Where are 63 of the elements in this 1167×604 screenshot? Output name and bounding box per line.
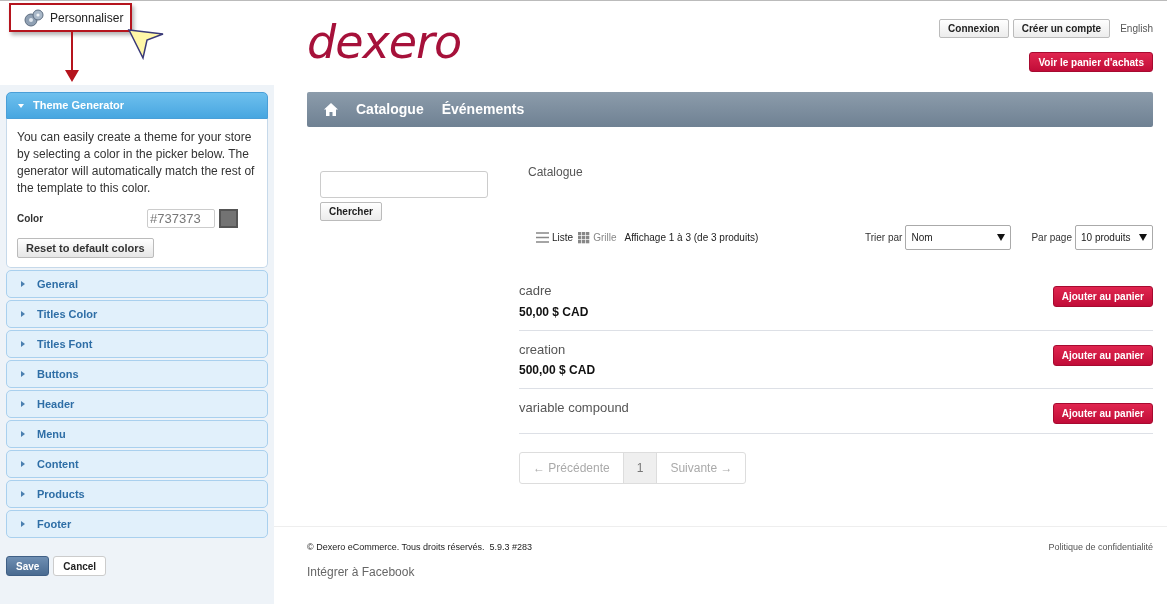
result-count: Affichage 1 à 3 (de 3 produits) <box>624 231 759 245</box>
add-to-cart-button[interactable]: Ajouter au panier <box>1052 403 1153 424</box>
accordion-header[interactable]: Products <box>6 480 268 508</box>
product-name[interactable]: variable compound <box>519 398 629 418</box>
color-field[interactable]: #737373 <box>147 209 215 228</box>
grid-icon <box>578 231 591 244</box>
reset-button[interactable]: Reset to default colors <box>17 238 154 258</box>
caret-right-icon <box>19 430 27 438</box>
caret-down-icon <box>17 101 25 110</box>
nav-link[interactable]: Catalogue <box>356 99 424 120</box>
accordion-header[interactable]: Footer <box>6 510 268 538</box>
color-label: Color <box>17 212 45 226</box>
view-toggle[interactable]: Grille <box>578 230 617 245</box>
view-toggle[interactable]: Liste <box>536 230 574 245</box>
customize-button[interactable]: Personnaliser <box>9 3 132 32</box>
caret-right-icon <box>19 370 27 378</box>
list-icon <box>536 232 549 243</box>
gears-icon <box>23 8 45 27</box>
catalog-title: Catalogue <box>528 164 584 181</box>
caret-right-icon <box>19 460 27 468</box>
caret-right-icon <box>19 400 27 408</box>
privacy-link[interactable]: Politique de confidentialité <box>1048 541 1153 555</box>
down-arrow-icon <box>64 32 80 82</box>
caret-right-icon <box>19 310 27 318</box>
per-page-select[interactable]: 10 produits <box>1075 225 1153 250</box>
product-price: 50,00 $ CAD <box>519 303 589 321</box>
accordion-header[interactable]: Content <box>6 450 268 478</box>
login-button[interactable]: Connexion <box>939 19 1009 38</box>
accordion-header[interactable]: Titles Font <box>6 330 268 358</box>
logo[interactable]: dexero <box>307 19 462 92</box>
product-price: 500,00 $ CAD <box>519 362 596 379</box>
per-page-label: Par page <box>1031 231 1072 245</box>
accordion-header[interactable]: Titles Color <box>6 300 268 328</box>
sort-label: Trier par <box>865 231 903 245</box>
accordion-header[interactable]: General <box>6 270 268 298</box>
language-link[interactable]: English <box>1120 21 1153 36</box>
description-text: You can easily create a theme for your store by selecting a color in the picker below. The generator will automatically match the rest of the template to this color. <box>17 129 256 197</box>
facebook-link[interactable]: Intégrer à Facebook <box>307 562 1153 581</box>
accordion-header[interactable]: Menu <box>6 420 268 448</box>
caret-down-icon <box>1139 234 1147 241</box>
product-name[interactable]: creation <box>519 339 596 359</box>
caret-right-icon <box>19 280 27 288</box>
sort-select[interactable]: Nom <box>905 225 1012 250</box>
nav-link[interactable]: Événements <box>441 99 525 120</box>
page-link[interactable]: 1 <box>623 453 658 483</box>
add-to-cart-button[interactable]: Ajouter au panier <box>1052 344 1153 366</box>
caret-right-icon <box>19 340 27 348</box>
search-field[interactable] <box>320 171 488 198</box>
home-icon[interactable] <box>324 103 338 116</box>
accordion-header[interactable]: Header <box>6 390 268 418</box>
add-to-cart-button[interactable]: Ajouter au panier <box>1052 286 1153 307</box>
save-button[interactable]: Save <box>6 556 50 576</box>
cancel-button[interactable]: Cancel <box>53 556 107 576</box>
caret-right-icon <box>19 490 27 498</box>
register-button[interactable]: Créer un compte <box>1012 19 1111 38</box>
caret-right-icon <box>19 520 27 528</box>
caret-down-icon <box>997 234 1006 241</box>
product-name[interactable]: cadre <box>519 281 589 301</box>
color-swatch[interactable] <box>219 209 238 228</box>
search-button[interactable]: Chercher <box>320 202 382 221</box>
cart-button[interactable]: Voir le panier d'achats <box>1029 52 1153 72</box>
accordion-header[interactable]: Buttons <box>6 360 268 388</box>
copyright-text: © Dexero eCommerce. Tous droits réservés. 5.9.3 #283 <box>307 541 533 554</box>
